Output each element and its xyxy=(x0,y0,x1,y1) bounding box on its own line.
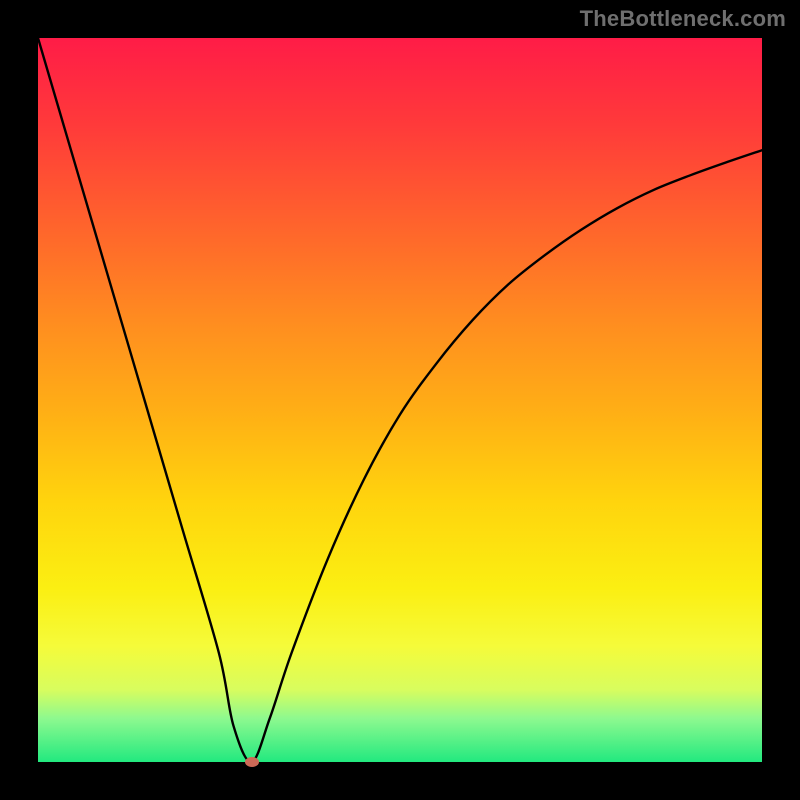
bottleneck-curve xyxy=(38,38,762,762)
chart-frame: TheBottleneck.com xyxy=(0,0,800,800)
curve-path xyxy=(38,38,762,762)
chart-plot-area xyxy=(38,38,762,762)
optimum-marker xyxy=(245,757,259,767)
watermark-text: TheBottleneck.com xyxy=(580,6,786,32)
